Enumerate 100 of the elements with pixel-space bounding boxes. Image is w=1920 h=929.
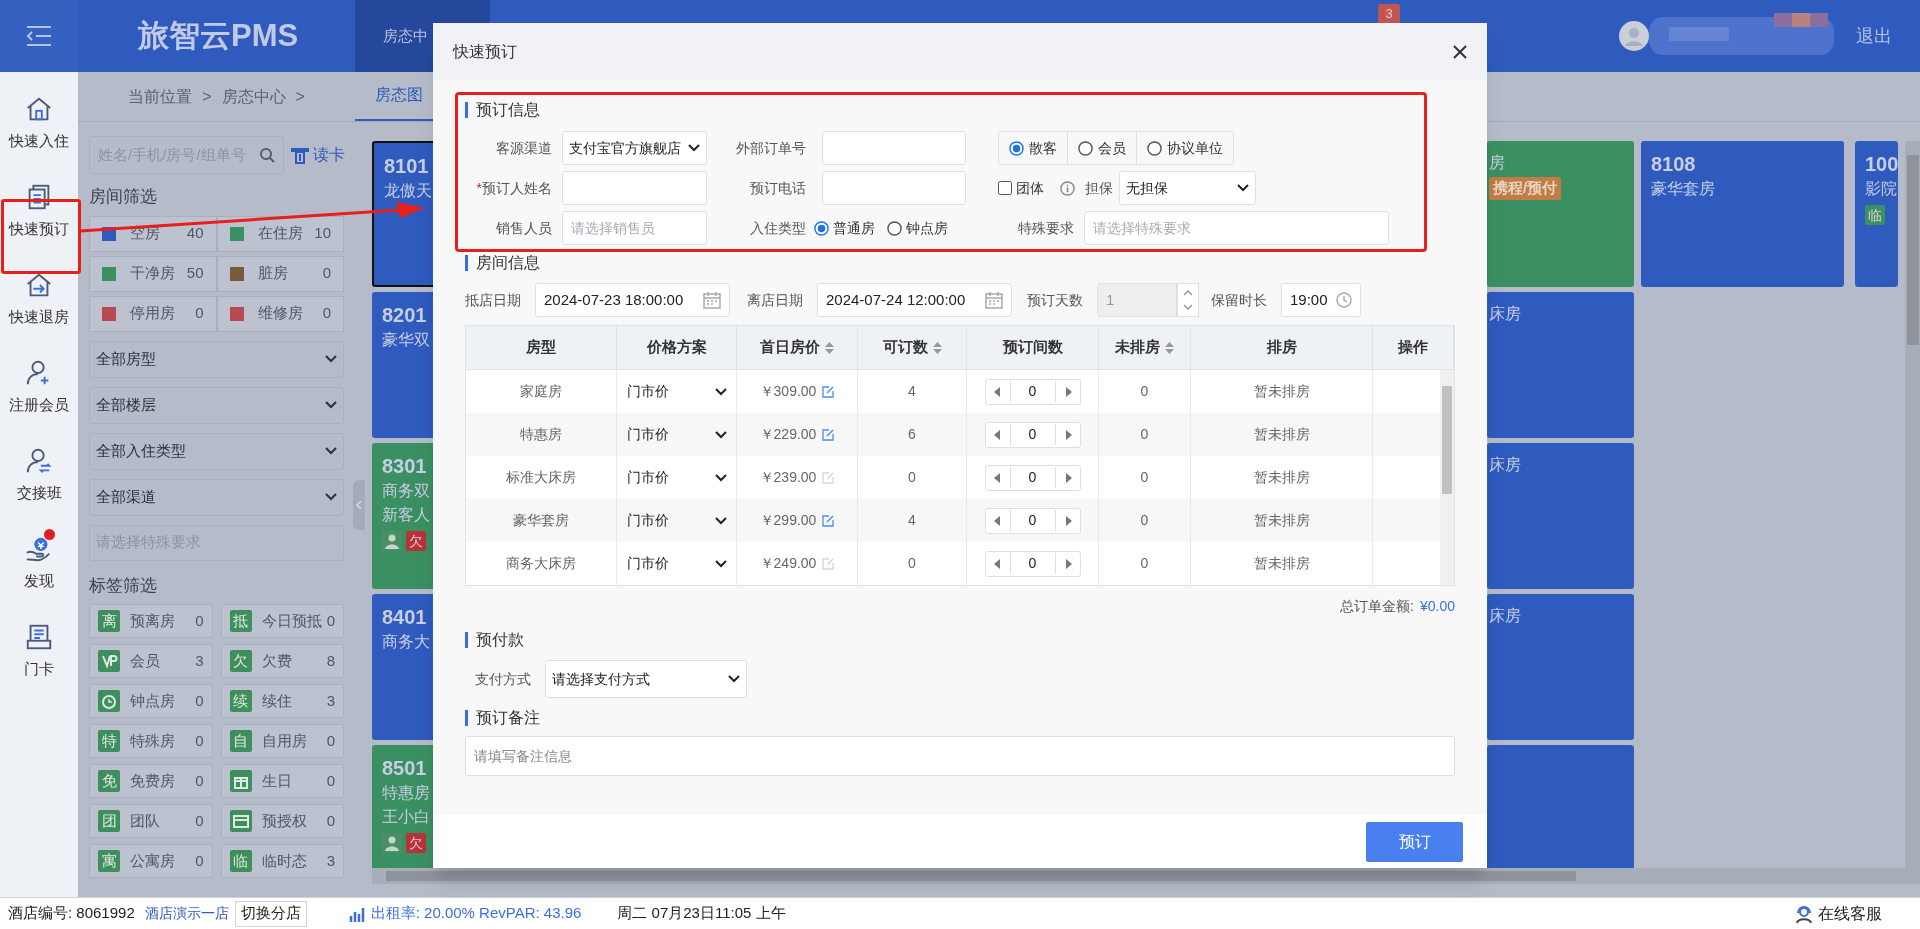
plan-dropdown[interactable]: 门市价 <box>626 510 727 531</box>
status-filter-chip[interactable]: 维修房 0 <box>216 295 344 332</box>
tag-filter-chip[interactable]: 寓 公寓房 0 <box>89 844 213 878</box>
radio-option[interactable]: 会员 <box>1067 132 1136 164</box>
sort-icon[interactable] <box>932 340 942 355</box>
tag-filter-chip[interactable]: 特 特殊房 0 <box>89 724 213 758</box>
quantity-stepper[interactable]: 0 <box>984 378 1081 405</box>
switch-branch-button[interactable]: 切换分店 <box>234 900 307 927</box>
nav-item[interactable]: 快速退房 <box>0 248 78 336</box>
quantity-stepper[interactable]: 0 <box>984 421 1081 448</box>
nav-item[interactable]: 发现 <box>0 512 78 600</box>
tag-filter-chip[interactable]: 续 续住 3 <box>220 684 344 718</box>
edit-icon[interactable] <box>822 385 835 398</box>
table-cell-text: ￥229.00 <box>759 425 817 444</box>
guarantee-dropdown[interactable]: 无担保 <box>1119 171 1256 205</box>
filter-dropdown[interactable]: 全部房型 <box>89 340 344 378</box>
plan-dropdown[interactable]: 门市价 <box>626 467 727 488</box>
column-header[interactable]: 可订数 <box>882 336 942 359</box>
chevron-down-icon <box>325 447 337 455</box>
tag-filter-chip[interactable]: 欠 欠费 8 <box>220 644 344 678</box>
tag-filter-chip[interactable]: 生日 0 <box>220 764 344 798</box>
column-header[interactable]: 首日房价 <box>760 336 834 359</box>
checkbox[interactable] <box>998 181 1012 195</box>
status-filter-chip[interactable]: 停用房 0 <box>89 295 217 332</box>
status-filter-chip[interactable]: 脏房 0 <box>216 255 344 292</box>
radio-option[interactable]: 普通房 <box>814 217 875 239</box>
radio-button[interactable] <box>1147 140 1162 156</box>
vertical-scrollbar[interactable] <box>1905 141 1920 868</box>
sort-icon[interactable] <box>825 340 834 355</box>
horizontal-scrollbar[interactable] <box>372 868 1920 884</box>
room-tile[interactable]: 床房 <box>1487 292 1634 438</box>
chevron-down-icon <box>714 516 727 525</box>
radio-option[interactable]: 散客 <box>999 132 1067 164</box>
input-field[interactable] <box>562 171 707 205</box>
column-header[interactable]: 价格方案 <box>646 336 707 359</box>
plan-dropdown[interactable]: 门市价 <box>626 381 727 402</box>
quantity-stepper[interactable]: 0 <box>984 507 1081 534</box>
plan-dropdown[interactable]: 门市价 <box>626 553 727 574</box>
filter-dropdown[interactable]: 全部渠道 <box>89 478 344 516</box>
date-field[interactable]: 2024-07-24 12:00:00 <box>817 283 1012 317</box>
tag-filter-chip[interactable]: 离 预离房 0 <box>89 604 213 638</box>
tag-filter-chip[interactable]: 团 团队 0 <box>89 804 213 838</box>
filter-dropdown[interactable]: 全部楼层 <box>89 386 344 424</box>
sort-icon[interactable] <box>1165 340 1174 355</box>
column-header[interactable]: 预订间数 <box>1002 336 1063 359</box>
radio-option[interactable]: 钟点房 <box>887 217 948 239</box>
nav-item[interactable]: 快速入住 <box>0 72 78 160</box>
checkbox-option[interactable]: 团体 <box>998 177 1044 199</box>
logout-link[interactable]: 退出 <box>1856 22 1892 50</box>
column-header[interactable]: 未排房 <box>1115 336 1174 359</box>
input-field[interactable] <box>822 171 966 205</box>
section-title: 房间信息 <box>476 253 540 273</box>
room-tile[interactable]: 床房 <box>1487 594 1634 740</box>
support-link[interactable]: 在线客服 <box>1818 901 1882 926</box>
nav-item[interactable]: 交接班 <box>0 424 78 512</box>
status-filter-chip[interactable]: 在住房 10 <box>216 215 344 252</box>
room-tile[interactable] <box>1487 745 1634 868</box>
filter-dropdown[interactable]: 全部入住类型 <box>89 432 344 470</box>
hotel-link[interactable]: 酒店演示一店 <box>144 903 229 924</box>
radio-button[interactable] <box>1078 140 1093 156</box>
table-scrollbar[interactable] <box>1440 370 1454 585</box>
tag-filter-chip[interactable]: 预授权 0 <box>220 804 344 838</box>
close-icon[interactable] <box>1453 44 1467 59</box>
column-header[interactable]: 操作 <box>1398 336 1428 359</box>
room-tile[interactable]: 床房 <box>1487 443 1634 589</box>
collapse-handle[interactable] <box>353 480 365 530</box>
nav-item[interactable]: 注册会员 <box>0 336 78 424</box>
plan-dropdown[interactable]: 门市价 <box>626 424 727 445</box>
submit-button[interactable]: 预订 <box>1366 821 1463 862</box>
quantity-stepper[interactable]: 0 <box>984 464 1081 491</box>
tag-filter-chip[interactable]: 抵 今日预抵 0 <box>220 604 344 638</box>
radio-button[interactable] <box>887 220 902 236</box>
tag-filter-chip[interactable]: 临 临时态 3 <box>220 844 344 878</box>
quantity-stepper[interactable]: 0 <box>984 550 1081 577</box>
tag-filter-chip[interactable]: 钟点房 0 <box>89 684 213 718</box>
column-header[interactable]: 房型 <box>526 336 556 359</box>
nav-item[interactable]: 门卡 <box>0 600 78 688</box>
room-text: 房 <box>1489 153 1505 173</box>
time-field[interactable]: 19:00 <box>1281 283 1361 317</box>
date-field[interactable]: 2024-07-23 18:00:00 <box>535 283 730 317</box>
radio-button[interactable] <box>1009 140 1024 156</box>
nav-item[interactable]: 快速预订 <box>0 160 78 248</box>
remark-field[interactable]: 请填写备注信息 <box>465 736 1455 776</box>
column-header[interactable]: 排房 <box>1266 336 1297 359</box>
tag-filter-chip[interactable]: 自 自用房 0 <box>220 724 344 758</box>
radio-button[interactable] <box>814 220 829 236</box>
input-field[interactable] <box>822 131 966 165</box>
status-filter-chip[interactable]: 干净房 50 <box>89 255 217 292</box>
spinner-arrows-icon[interactable] <box>1177 283 1199 317</box>
room-tile[interactable]: 8108 豪华套房 <box>1641 141 1844 287</box>
edit-icon[interactable] <box>822 428 835 441</box>
radio-option[interactable]: 协议单位 <box>1136 132 1233 164</box>
tag-filter-chip[interactable]: 会员 3 <box>89 644 213 678</box>
menu-button[interactable] <box>0 0 78 72</box>
payment-dropdown[interactable]: 请选择支付方式 <box>545 660 747 698</box>
channel-dropdown[interactable]: 支付宝官方旗舰店 <box>562 131 707 165</box>
edit-icon[interactable] <box>822 514 835 527</box>
tag-filter-chip[interactable]: 免 免费房 0 <box>89 764 213 798</box>
room-tile[interactable]: 100 影院 临 <box>1855 141 1898 287</box>
filter-count: 0 <box>322 263 331 284</box>
